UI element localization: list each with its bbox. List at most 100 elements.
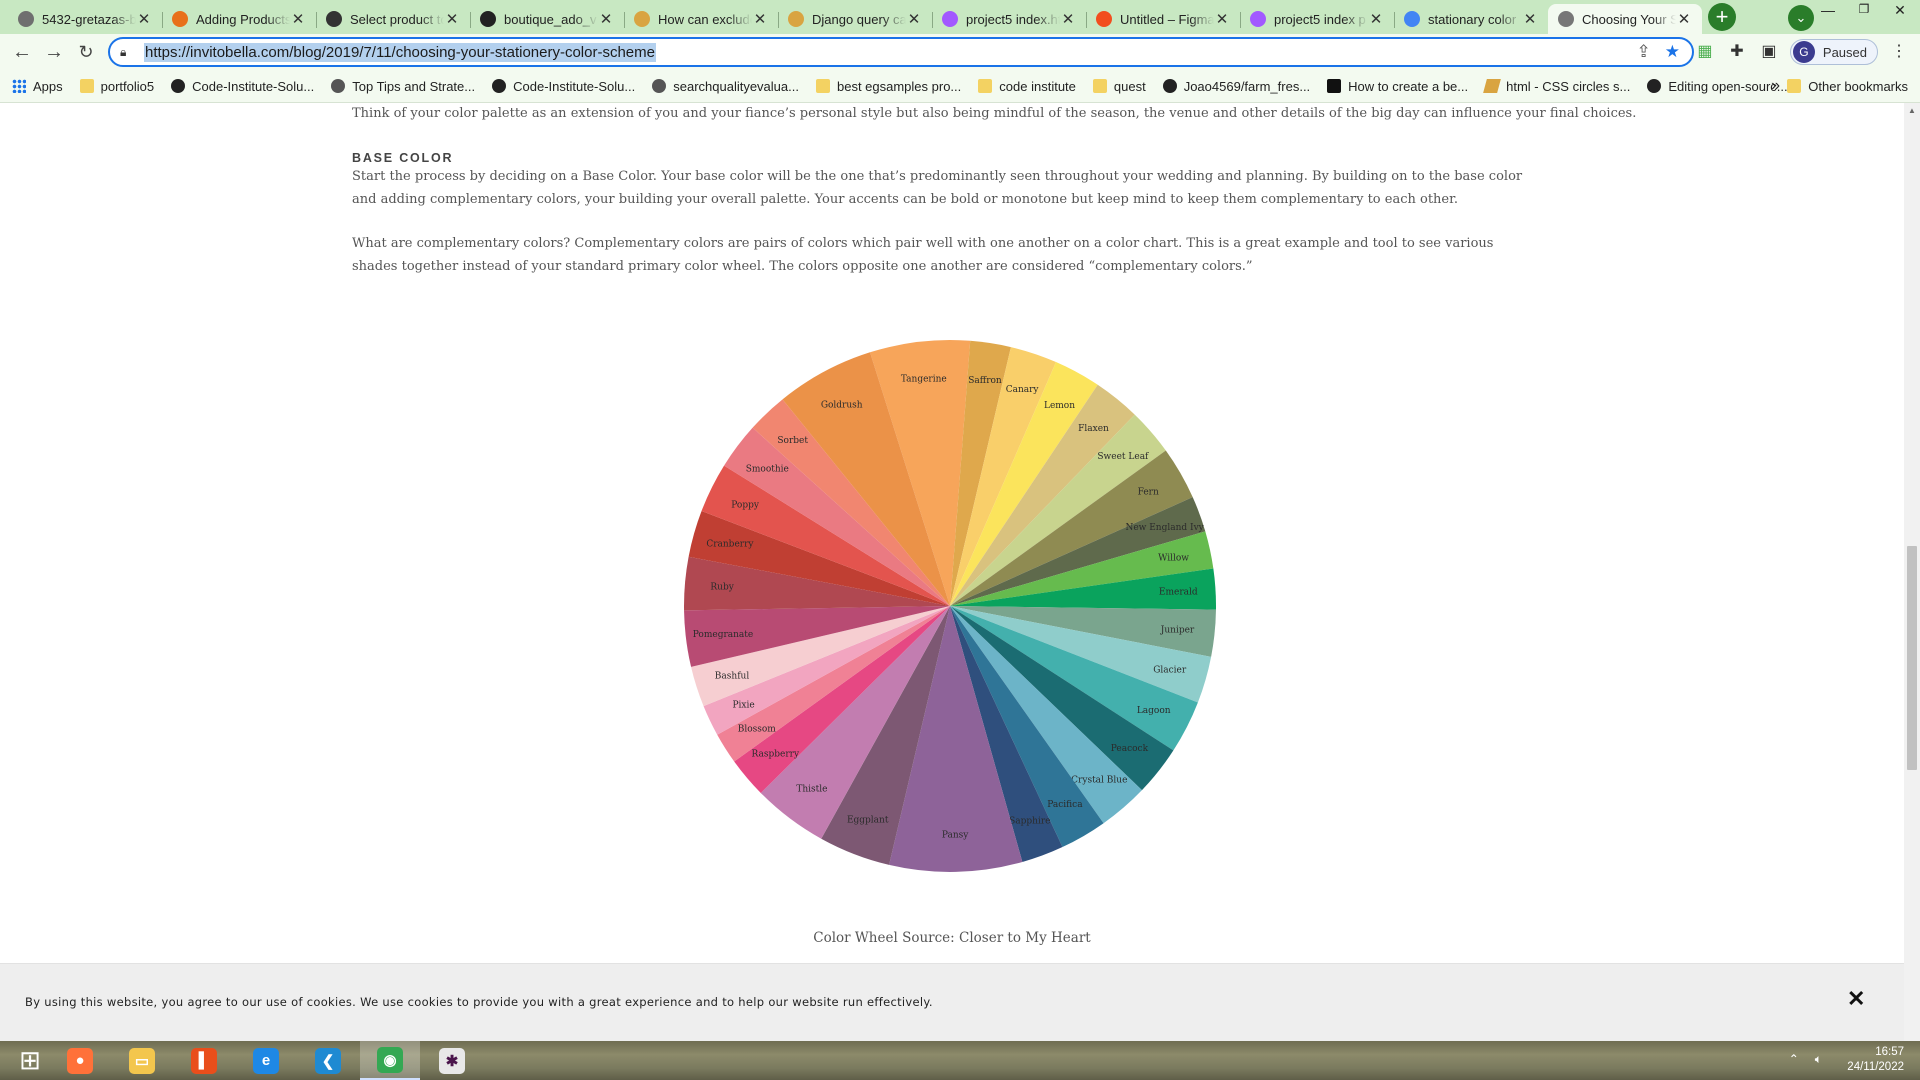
bookmark-star-icon[interactable]: ★ <box>1665 42 1680 62</box>
color-wheel-label: Pomegranate <box>693 630 754 640</box>
tray-chevron-icon[interactable]: ⌃ <box>1789 1052 1799 1067</box>
tab-close-icon[interactable]: ✕ <box>444 10 460 28</box>
color-wheel-label: Sweet Leaf <box>1097 452 1149 462</box>
extensions-puzzle-icon[interactable]: ✚ <box>1726 41 1748 63</box>
tab-close-icon[interactable]: ✕ <box>1214 10 1230 28</box>
browser-tab[interactable]: project5 index.ht ✕ <box>932 4 1086 34</box>
office-icon: ▌ <box>191 1047 217 1074</box>
stackoverflow-icon <box>1483 79 1502 93</box>
taskbar-app[interactable]: e <box>236 1041 296 1080</box>
bookmark-item[interactable]: How to create a be... <box>1327 79 1468 94</box>
tab-title: project5 index.ht <box>966 11 1060 27</box>
extension-colorful-icon[interactable]: ▦ <box>1694 41 1716 63</box>
tab-title: Django query ca <box>812 11 906 27</box>
taskbar-app[interactable]: ▌ <box>174 1041 234 1080</box>
tab-title: Choosing Your S <box>1582 11 1676 27</box>
bookmark-item[interactable]: portfolio5 <box>79 79 154 94</box>
other-bookmarks[interactable]: Other bookmarks <box>1787 79 1908 94</box>
tab-favicon-icon <box>788 11 804 27</box>
forward-arrow-icon[interactable]: → <box>38 36 70 68</box>
tab-favicon-icon <box>1096 11 1112 27</box>
tab-search-chevron-icon[interactable]: ⌄ <box>1788 5 1814 31</box>
volume-icon[interactable]: 🔈︎ <box>1815 1052 1822 1067</box>
taskbar-app[interactable]: ◉ <box>360 1041 420 1080</box>
lock-icon[interactable]: 🔒︎ <box>120 45 144 60</box>
chrome-icon: ◉ <box>377 1046 403 1073</box>
tab-close-icon[interactable]: ✕ <box>1676 10 1692 28</box>
cookie-close-button[interactable]: ✕ <box>1847 986 1865 1012</box>
new-tab-button[interactable]: + <box>1708 3 1736 31</box>
tab-close-icon[interactable]: ✕ <box>290 10 306 28</box>
apps-icon <box>12 79 26 93</box>
bookmark-item[interactable]: searchqualityevalua... <box>652 79 799 94</box>
site-icon <box>652 79 667 93</box>
side-panel-icon[interactable]: ▣ <box>1758 41 1780 63</box>
tab-close-icon[interactable]: ✕ <box>1060 10 1076 28</box>
scrollbar[interactable]: ▲ <box>1904 103 1920 1041</box>
bookmark-item[interactable]: Top Tips and Strate... <box>331 79 475 94</box>
browser-tab[interactable]: Choosing Your S ✕ <box>1548 4 1702 34</box>
tab-close-icon[interactable]: ✕ <box>598 10 614 28</box>
back-arrow-icon[interactable]: ← <box>6 36 38 68</box>
base-color-paragraph: Start the process by deciding on a Base … <box>352 169 1523 207</box>
browser-tab[interactable]: stationary color ✕ <box>1394 4 1548 34</box>
bookmark-item[interactable]: html - CSS circles s... <box>1483 79 1630 94</box>
bookmark-item[interactable]: Editing open-sourc... <box>1647 79 1788 94</box>
browser-tab[interactable]: 5432-gretazas-b ✕ <box>8 4 162 34</box>
system-clock[interactable]: 16:57 24/11/2022 <box>1847 1045 1904 1075</box>
bookmark-item[interactable]: best egsamples pro... <box>815 79 961 94</box>
browser-tab[interactable]: boutique_ado_v ✕ <box>470 4 624 34</box>
tab-title: project5 index p <box>1274 11 1366 27</box>
github-icon <box>1162 79 1177 93</box>
bookmark-item[interactable]: Code-Institute-Solu... <box>171 79 314 94</box>
tab-favicon-icon <box>480 11 496 27</box>
tab-close-icon[interactable]: ✕ <box>136 10 152 28</box>
taskbar-app[interactable]: ✱ <box>422 1041 482 1080</box>
share-icon[interactable]: ⇪ <box>1637 42 1651 62</box>
restore-button[interactable]: ❐ <box>1848 2 1880 22</box>
browser-tab[interactable]: project5 index p ✕ <box>1240 4 1394 34</box>
tab-close-icon[interactable]: ✕ <box>1522 10 1538 28</box>
browser-tab[interactable]: Untitled – Figma ✕ <box>1086 4 1240 34</box>
bookmark-label: Code-Institute-Solu... <box>513 78 636 94</box>
reload-icon[interactable]: ↻ <box>70 36 102 68</box>
tab-close-icon[interactable]: ✕ <box>1368 10 1384 28</box>
taskbar-app[interactable]: ▭ <box>112 1041 172 1080</box>
taskbar-app[interactable]: ● <box>50 1041 110 1080</box>
url-text[interactable]: https://invitobella.com/blog/2019/7/11/c… <box>144 42 656 62</box>
browser-tab[interactable]: Adding Products ✕ <box>162 4 316 34</box>
color-wheel-label: Crystal Blue <box>1071 775 1127 785</box>
browser-tab[interactable]: Django query ca ✕ <box>778 4 932 34</box>
bookmarks-overflow-icon[interactable]: » <box>1771 77 1780 95</box>
scroll-up-arrow-icon[interactable]: ▲ <box>1908 106 1916 115</box>
tab-favicon-icon <box>326 11 342 27</box>
browser-tab[interactable]: Select product to ✕ <box>316 4 470 34</box>
tab-favicon-icon <box>634 11 650 27</box>
window-close-button[interactable]: ✕ <box>1884 2 1916 22</box>
tab-close-icon[interactable]: ✕ <box>906 10 922 28</box>
minimize-button[interactable]: — <box>1812 2 1844 22</box>
intro-paragraph: Think of your color palette as an extens… <box>352 106 1637 121</box>
profile-button[interactable]: G Paused <box>1789 39 1878 65</box>
file-explorer-icon: ▭ <box>129 1047 155 1074</box>
taskbar-app[interactable]: ❮ <box>298 1041 358 1080</box>
bookmark-item[interactable]: quest <box>1092 79 1146 94</box>
browser-tab[interactable]: How can exclude ✕ <box>624 4 778 34</box>
folder-icon <box>1787 79 1802 93</box>
color-wheel-label: Emerald <box>1159 587 1198 597</box>
address-bar[interactable]: 🔒︎ https://invitobella.com/blog/2019/7/1… <box>108 37 1694 67</box>
firefox-icon: ● <box>67 1047 93 1074</box>
tab-title: 5432-gretazas-b <box>42 11 136 27</box>
bookmark-item[interactable]: Joao4569/farm_fres... <box>1162 79 1310 94</box>
bookmark-item[interactable]: code institute <box>978 79 1076 94</box>
cookie-banner-text: By using this website, you agree to our … <box>25 995 933 1009</box>
folder-icon <box>79 79 94 93</box>
tab-favicon-icon <box>1404 11 1420 27</box>
bookmark-item[interactable]: Apps <box>12 79 63 94</box>
tab-close-icon[interactable]: ✕ <box>752 10 768 28</box>
windows-start-icon: ⊞ <box>19 1045 41 1075</box>
slack-icon: ✱ <box>439 1047 465 1074</box>
scrollbar-thumb[interactable] <box>1907 546 1917 770</box>
menu-kebab-icon[interactable]: ⋮ <box>1888 41 1910 63</box>
bookmark-item[interactable]: Code-Institute-Solu... <box>492 79 635 94</box>
